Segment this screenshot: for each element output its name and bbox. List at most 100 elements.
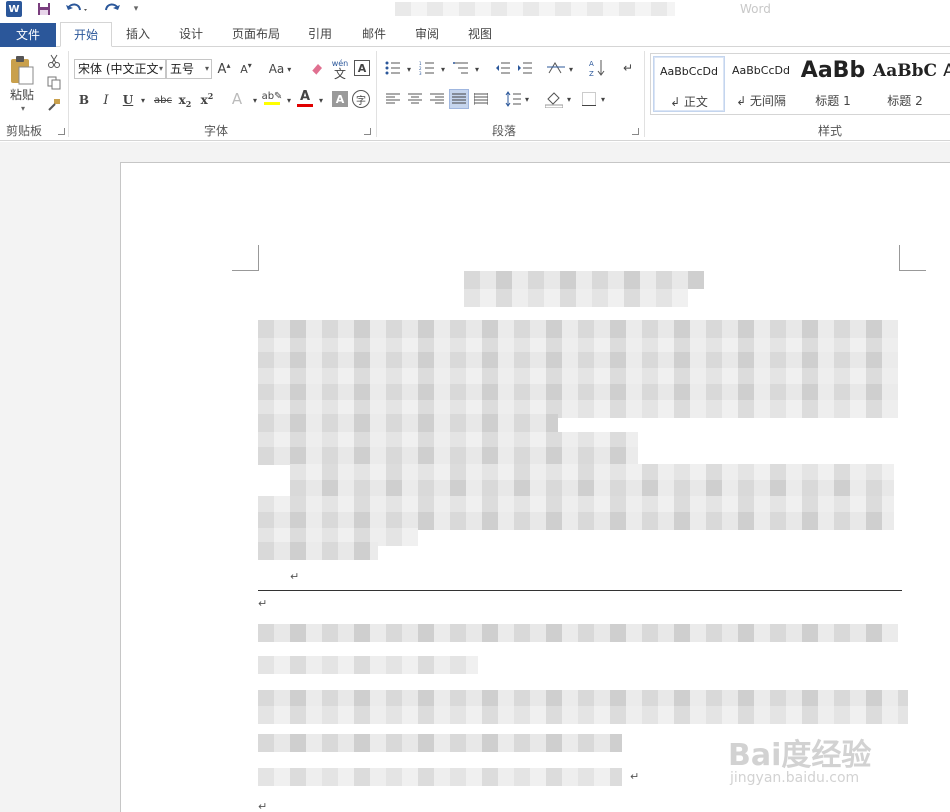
strikethrough-button[interactable]: abc — [152, 91, 174, 109]
character-shading-button[interactable]: A — [332, 91, 348, 107]
word-logo-icon[interactable]: W — [6, 1, 22, 17]
grow-font-icon: A — [217, 61, 227, 77]
svg-text:Z: Z — [589, 70, 594, 78]
bold-button[interactable]: B — [76, 91, 92, 109]
save-icon[interactable] — [36, 1, 52, 17]
sort-icon[interactable]: AZ — [588, 57, 606, 79]
chinese-layout-icon[interactable] — [546, 59, 566, 77]
style-heading-1[interactable]: AaBb 标题 1 — [797, 56, 869, 112]
multilevel-list-icon[interactable] — [452, 59, 470, 77]
chinese-layout-dropdown-icon[interactable]: ▾ — [566, 61, 576, 77]
character-border-button[interactable]: A — [354, 60, 370, 76]
justify-icon[interactable] — [449, 89, 469, 109]
borders-icon[interactable] — [580, 91, 598, 107]
blurred-title-line — [464, 289, 688, 307]
phonetic-guide-button[interactable]: wén 文 — [330, 57, 350, 81]
change-case-button[interactable]: Aa ▾ — [264, 59, 296, 79]
highlight-color-bar — [264, 102, 280, 105]
underline-button[interactable]: U — [120, 91, 136, 109]
style-heading-2-preview: AaBbC — [873, 61, 937, 81]
highlight-icon: ab✎ — [261, 91, 283, 102]
font-size-combo[interactable]: 五号 ▾ — [166, 59, 212, 79]
chevron-down-icon: ▾ — [158, 64, 163, 73]
shading-dropdown-icon[interactable]: ▾ — [564, 91, 574, 107]
paste-button-label[interactable]: 粘贴 — [6, 87, 38, 102]
line-spacing-icon[interactable] — [504, 89, 522, 109]
tab-view[interactable]: 视图 — [456, 22, 504, 47]
margin-corner-mark — [232, 270, 258, 271]
style-more[interactable]: A — [939, 56, 950, 112]
blurred-text-line — [258, 447, 638, 465]
clipboard-launcher-icon[interactable] — [58, 128, 65, 135]
font-color-dropdown-icon[interactable]: ▾ — [316, 91, 326, 109]
customize-quick-access-icon[interactable]: ▾ — [130, 1, 142, 17]
tab-page-layout[interactable]: 页面布局 — [222, 22, 290, 47]
blurred-title-line — [464, 271, 704, 289]
style-normal[interactable]: AaBbCcDd ↲ 正文 — [653, 56, 725, 112]
text-effect-dropdown-icon[interactable]: ▾ — [250, 91, 260, 109]
subscript-button[interactable]: x2 — [176, 91, 194, 109]
tab-mailings[interactable]: 邮件 — [350, 22, 398, 47]
multilevel-dropdown-icon[interactable]: ▾ — [472, 61, 482, 77]
enclose-characters-button[interactable]: 字 — [352, 90, 370, 108]
cut-icon[interactable] — [46, 53, 62, 69]
shading-icon[interactable] — [544, 89, 564, 109]
style-no-spacing-preview: AaBbCcDd — [732, 64, 790, 77]
grow-font-button[interactable]: A ▴ — [216, 59, 232, 79]
bullets-dropdown-icon[interactable]: ▾ — [404, 61, 414, 77]
style-no-spacing[interactable]: AaBbCcDd ↲ 无间隔 — [725, 56, 797, 112]
ribbon: 粘贴 ▾ 剪贴板 宋体 (中文正文 ▾ 五号 ▾ A ▴ A ▾ Aa ▾ wén 文… — [0, 47, 950, 141]
style-no-spacing-name: ↲ 无间隔 — [736, 94, 786, 108]
tab-home[interactable]: 开始 — [60, 22, 112, 47]
tab-file[interactable]: 文件 — [0, 23, 56, 47]
clear-formatting-icon[interactable] — [308, 59, 326, 79]
svg-text:3: 3 — [419, 71, 422, 75]
phonetic-char: 文 — [333, 67, 346, 81]
align-left-icon[interactable] — [384, 91, 402, 107]
undo-icon[interactable] — [64, 1, 90, 17]
distributed-icon[interactable] — [472, 91, 490, 107]
borders-dropdown-icon[interactable]: ▾ — [598, 91, 608, 107]
show-paragraph-marks-icon[interactable]: ↵ — [620, 59, 636, 77]
font-group-label: 字体 — [204, 124, 229, 138]
paragraph-mark: ↵ — [258, 597, 268, 610]
decrease-indent-icon[interactable] — [494, 59, 512, 77]
font-name-combo[interactable]: 宋体 (中文正文 ▾ — [74, 59, 166, 79]
group-separator — [376, 51, 377, 137]
line-spacing-dropdown-icon[interactable]: ▾ — [522, 91, 532, 107]
tab-insert[interactable]: 插入 — [114, 22, 162, 47]
text-effect-button[interactable]: A — [228, 89, 246, 109]
style-heading-1-name: 标题 1 — [815, 94, 851, 108]
paste-dropdown-icon[interactable]: ▾ — [16, 103, 30, 113]
redo-icon[interactable] — [104, 1, 122, 17]
shrink-font-button[interactable]: A ▾ — [238, 59, 254, 79]
font-launcher-icon[interactable] — [364, 128, 371, 135]
superscript-button[interactable]: x2 — [198, 91, 216, 109]
align-right-icon[interactable] — [428, 91, 446, 107]
paragraph-launcher-icon[interactable] — [632, 128, 639, 135]
italic-button[interactable]: I — [98, 91, 114, 109]
bullets-icon[interactable] — [384, 59, 402, 77]
align-center-icon[interactable] — [406, 91, 424, 107]
change-case-icon: Aa — [268, 62, 285, 76]
tab-design[interactable]: 设计 — [166, 22, 216, 47]
paragraph-mark: ↵ — [630, 770, 640, 783]
paste-icon[interactable] — [8, 55, 36, 85]
paragraph-group-label: 段落 — [492, 124, 517, 138]
highlight-button[interactable]: ab✎ — [262, 87, 282, 109]
tab-review[interactable]: 审阅 — [403, 22, 451, 47]
underline-dropdown-icon[interactable]: ▾ — [138, 91, 148, 109]
copy-icon[interactable] — [46, 75, 62, 91]
blurred-text-line — [258, 768, 622, 786]
numbering-dropdown-icon[interactable]: ▾ — [438, 61, 448, 77]
format-painter-icon[interactable] — [46, 97, 62, 113]
group-separator — [644, 51, 645, 137]
numbering-icon[interactable]: 123 — [418, 59, 436, 77]
font-color-button[interactable]: A — [296, 87, 314, 109]
increase-indent-icon[interactable] — [516, 59, 534, 77]
tab-references[interactable]: 引用 — [296, 22, 344, 47]
highlight-dropdown-icon[interactable]: ▾ — [284, 91, 294, 109]
blurred-text-line — [258, 414, 558, 432]
style-heading-2[interactable]: AaBbC 标题 2 — [869, 56, 941, 112]
style-normal-preview: AaBbCcDd — [660, 65, 718, 78]
